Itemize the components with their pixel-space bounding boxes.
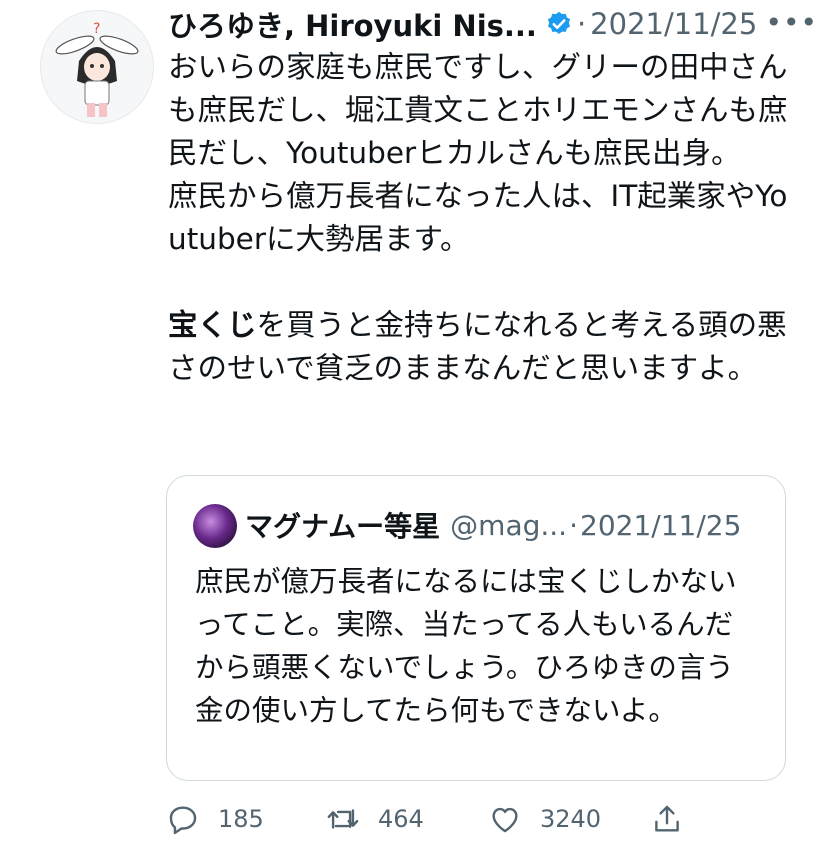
- quoted-header-separator: ·: [569, 508, 578, 542]
- like-count: 3240: [540, 805, 602, 833]
- quoted-tweet-card[interactable]: マグナムー等星 @mag... · 2021/11/25 庶民が億万長者になるに…: [166, 475, 786, 781]
- tweet-actions: 185 464 3240: [166, 796, 786, 842]
- like-icon: [492, 807, 518, 833]
- tweet-text-part2: を買うと金持ちになれると考える頭の悪さのせいで貧乏のままなんだと思いますよ。: [168, 308, 787, 385]
- tweet-header: ひろゆき, Hiroyuki Nis... · 2021/11/25 •••: [168, 4, 818, 44]
- quoted-tweet-text: 庶民が億万長者になるには宝くじしかないってこと。実際、当たってる人もいるんだから…: [195, 565, 737, 727]
- avatar-illustration: ?: [55, 21, 139, 117]
- tweet-text-keyword[interactable]: 宝くじ: [168, 308, 257, 342]
- reply-button[interactable]: 185: [166, 796, 264, 842]
- quoted-author-handle: @mag...: [450, 508, 568, 542]
- quoted-tweet-date: 2021/11/25: [580, 508, 742, 542]
- reply-count: 185: [218, 805, 264, 833]
- author-name[interactable]: ひろゆき, Hiroyuki Nis...: [168, 3, 537, 45]
- retweet-button[interactable]: 464: [326, 796, 424, 842]
- tweet-text: おいらの家庭も庶民ですし、グリーの田中さんも庶民だし、堀江貴文ことホリエモンさん…: [168, 46, 788, 390]
- header-separator: ·: [576, 7, 587, 41]
- quoted-author-avatar: [193, 504, 237, 548]
- like-button[interactable]: 3240: [488, 796, 601, 842]
- share-icon: [655, 805, 679, 832]
- tweet-text-part1: おいらの家庭も庶民ですし、グリーの田中さんも庶民だし、堀江貴文ことホリエモンさん…: [168, 50, 788, 256]
- retweet-icon: [327, 809, 359, 829]
- quoted-author-name: マグナムー等星: [245, 510, 441, 543]
- tweet-date[interactable]: 2021/11/25: [590, 7, 757, 41]
- more-options-icon[interactable]: •••: [765, 6, 818, 39]
- retweet-count: 464: [378, 805, 424, 833]
- author-avatar[interactable]: ?: [40, 10, 154, 124]
- quoted-tweet-header: マグナムー等星 @mag... · 2021/11/25: [245, 502, 741, 548]
- svg-text:?: ?: [93, 21, 100, 37]
- verified-badge-icon: [547, 11, 571, 34]
- reply-icon: [169, 806, 197, 835]
- share-button[interactable]: [650, 796, 684, 842]
